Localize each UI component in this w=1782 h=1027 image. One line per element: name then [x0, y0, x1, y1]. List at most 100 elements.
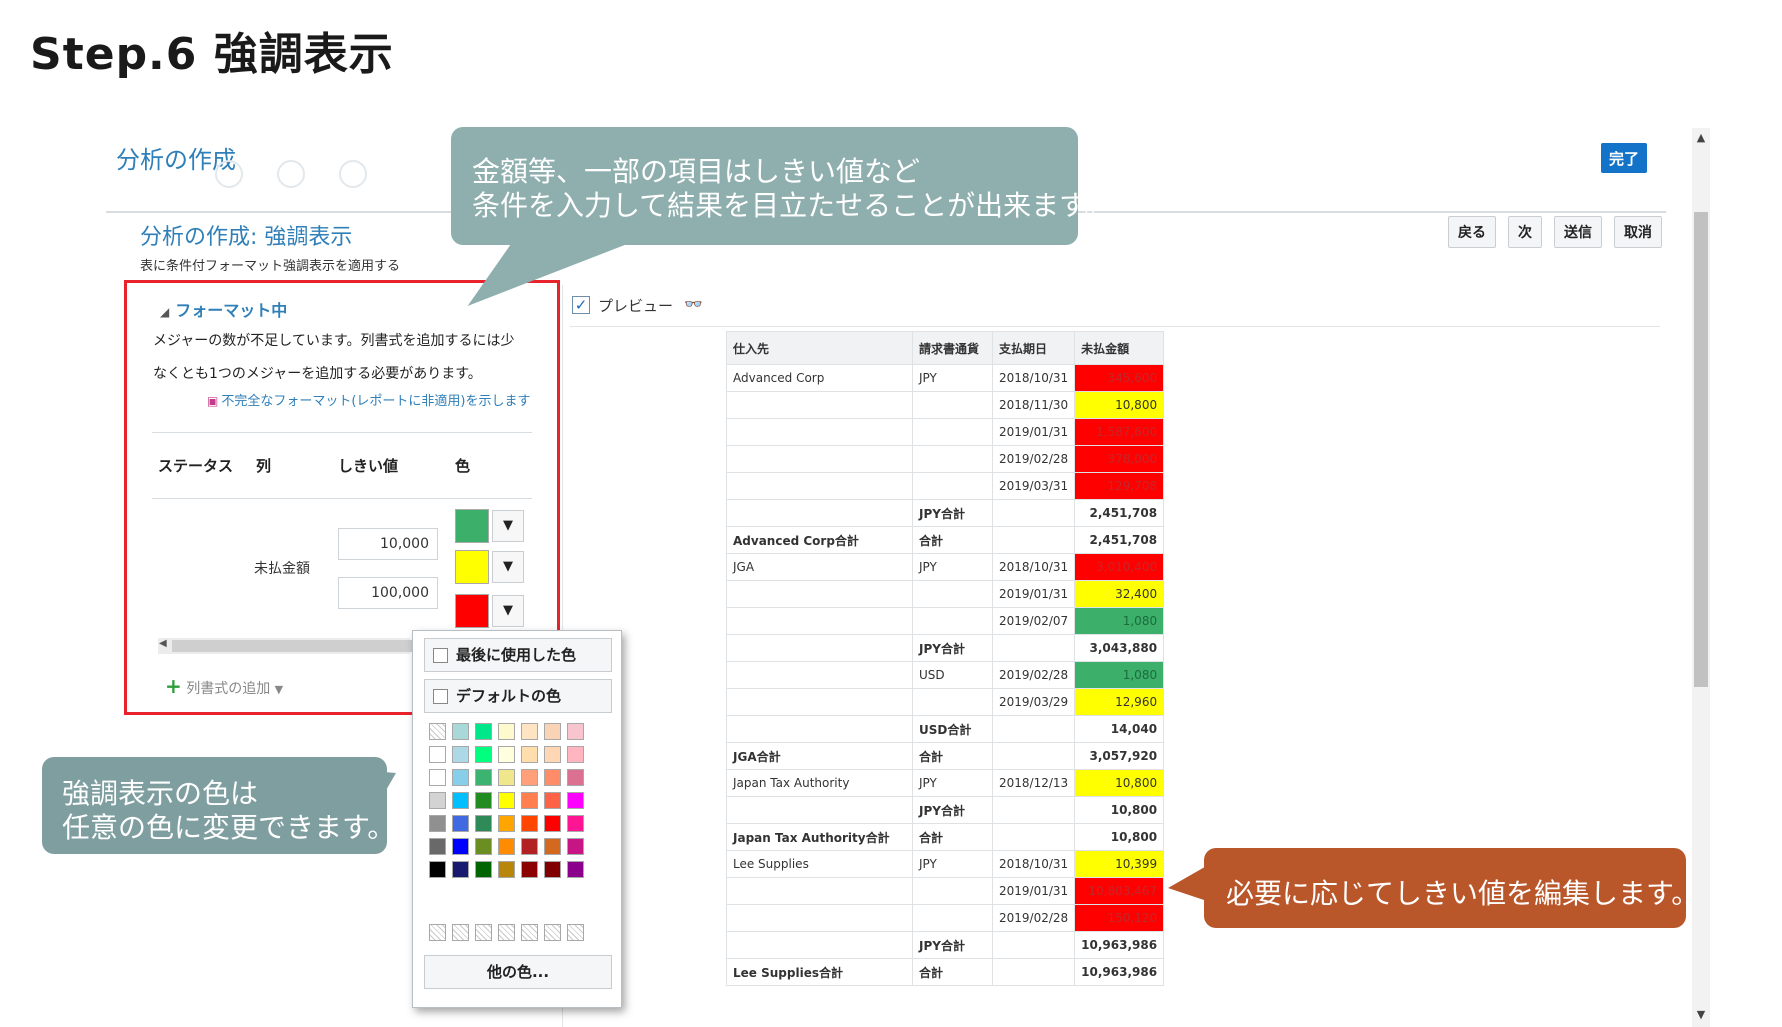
cell-vendor	[726, 418, 913, 446]
train-stop-3[interactable]	[339, 160, 367, 188]
color-dropdown-1[interactable]: ▼	[492, 510, 524, 542]
threshold-input-1[interactable]	[338, 528, 438, 560]
custom-color-slot[interactable]	[475, 924, 492, 941]
palette-swatch[interactable]	[544, 815, 561, 832]
palette-swatch[interactable]	[567, 792, 584, 809]
threshold-input-2[interactable]	[338, 577, 438, 609]
table-row: JPY合計 2,451,708	[726, 499, 1165, 527]
palette-swatch[interactable]	[452, 838, 469, 855]
palette-swatch[interactable]	[429, 792, 446, 809]
custom-color-slot[interactable]	[452, 924, 469, 941]
palette-swatch[interactable]	[521, 792, 538, 809]
palette-swatch[interactable]	[475, 815, 492, 832]
palette-swatch[interactable]	[429, 746, 446, 763]
cell-due-date	[991, 499, 1076, 527]
table-row: 2019/03/29 12,960	[726, 688, 1165, 716]
palette-swatch[interactable]	[498, 723, 515, 740]
scroll-down-icon[interactable]: ▼	[1693, 1005, 1709, 1025]
table-row: 2019/03/31 129,708	[726, 472, 1165, 500]
palette-swatch[interactable]	[521, 838, 538, 855]
palette-swatch[interactable]	[498, 746, 515, 763]
custom-color-slot[interactable]	[521, 924, 538, 941]
custom-color-slot[interactable]	[498, 924, 515, 941]
cell-vendor	[726, 877, 913, 905]
palette-swatch[interactable]	[567, 861, 584, 878]
done-button[interactable]: 完了	[1601, 143, 1647, 173]
cell-due-date: 2018/10/31	[991, 850, 1076, 878]
color-swatch-2[interactable]	[455, 550, 489, 584]
palette-swatch[interactable]	[544, 792, 561, 809]
palette-swatch[interactable]	[475, 723, 492, 740]
color-swatch-3[interactable]	[455, 594, 489, 628]
submit-button[interactable]: 送信	[1554, 216, 1602, 248]
palette-swatch[interactable]	[475, 838, 492, 855]
palette-swatch[interactable]	[521, 769, 538, 786]
palette-swatch[interactable]	[521, 861, 538, 878]
palette-swatch[interactable]	[452, 723, 469, 740]
calendar-icon: ▣	[207, 394, 219, 408]
show-incomplete-link[interactable]: ▣ 不完全なフォーマット(レポートに非適用)を示します	[207, 390, 531, 409]
color-dropdown-3[interactable]: ▼	[492, 595, 524, 627]
palette-swatch[interactable]	[544, 746, 561, 763]
palette-swatch[interactable]	[475, 792, 492, 809]
palette-swatch[interactable]	[498, 792, 515, 809]
palette-swatch[interactable]	[429, 815, 446, 832]
train-stop-1[interactable]	[215, 160, 243, 188]
palette-swatch[interactable]	[498, 838, 515, 855]
palette-swatch[interactable]	[452, 769, 469, 786]
scroll-up-icon[interactable]: ▲	[1693, 128, 1709, 148]
palette-swatch[interactable]	[452, 746, 469, 763]
cell-due-date	[991, 526, 1076, 554]
binoculars-icon[interactable]: 👓	[684, 295, 703, 313]
callout-right-line-1: 必要に応じてしきい値を編集します。	[1226, 877, 1700, 910]
palette-swatch[interactable]	[498, 769, 515, 786]
custom-color-slot[interactable]	[567, 924, 584, 941]
palette-swatch[interactable]	[567, 815, 584, 832]
palette-swatch[interactable]	[452, 815, 469, 832]
cancel-button[interactable]: 取消	[1614, 216, 1662, 248]
cell-unpaid-amount: 378,000	[1074, 445, 1165, 473]
horizontal-scrollbar-thumb[interactable]	[172, 640, 412, 652]
palette-swatch[interactable]	[429, 723, 446, 740]
palette-swatch[interactable]	[429, 861, 446, 878]
palette-swatch[interactable]	[567, 746, 584, 763]
cell-vendor	[726, 472, 913, 500]
scrollbar-thumb[interactable]	[1694, 212, 1708, 687]
table-row: Lee Supplies合計 合計 10,963,986	[726, 958, 1165, 986]
next-button[interactable]: 次	[1508, 216, 1542, 248]
palette-swatch[interactable]	[521, 746, 538, 763]
palette-swatch[interactable]	[429, 838, 446, 855]
palette-swatch[interactable]	[544, 861, 561, 878]
palette-swatch[interactable]	[544, 723, 561, 740]
palette-swatch[interactable]	[521, 815, 538, 832]
palette-swatch[interactable]	[544, 769, 561, 786]
add-column-format[interactable]: + 列書式の追加 ▼	[165, 674, 283, 698]
custom-color-slot[interactable]	[544, 924, 561, 941]
palette-swatch[interactable]	[567, 769, 584, 786]
palette-swatch[interactable]	[429, 769, 446, 786]
other-colors-button[interactable]: 他の色...	[424, 955, 612, 989]
palette-swatch[interactable]	[567, 723, 584, 740]
palette-swatch[interactable]	[475, 746, 492, 763]
back-button[interactable]: 戻る	[1448, 216, 1496, 248]
palette-swatch[interactable]	[452, 792, 469, 809]
cell-currency	[912, 607, 993, 635]
recent-colors-button[interactable]: 最後に使用した色	[424, 638, 612, 672]
custom-color-slot[interactable]	[429, 924, 446, 941]
palette-swatch[interactable]	[475, 769, 492, 786]
palette-swatch[interactable]	[498, 861, 515, 878]
train-stop-2[interactable]	[277, 160, 305, 188]
color-swatch-1[interactable]	[455, 509, 489, 543]
format-section-title[interactable]: ◢ フォーマット中	[160, 297, 287, 321]
color-dropdown-2[interactable]: ▼	[492, 551, 524, 583]
scroll-left-icon[interactable]: ◀	[159, 638, 167, 649]
default-colors-button[interactable]: デフォルトの色	[424, 679, 612, 713]
palette-swatch[interactable]	[498, 815, 515, 832]
palette-swatch[interactable]	[452, 861, 469, 878]
palette-swatch[interactable]	[544, 838, 561, 855]
palette-swatch[interactable]	[567, 838, 584, 855]
palette-swatch[interactable]	[521, 723, 538, 740]
cell-due-date: 2019/03/29	[991, 688, 1076, 716]
cell-due-date: 2019/01/31	[991, 580, 1076, 608]
palette-swatch[interactable]	[475, 861, 492, 878]
